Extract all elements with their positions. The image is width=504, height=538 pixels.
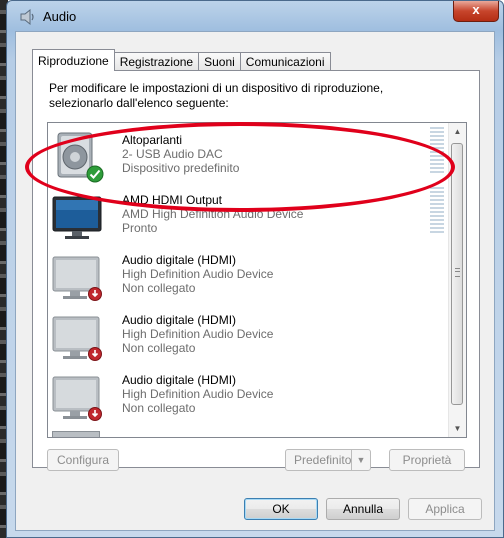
device-driver: 2- USB Audio DAC [122,147,223,161]
device-item[interactable]: AMD HDMI Output AMD High Definition Audi… [48,185,450,245]
device-item[interactable]: Audio digitale (HDMI) High Definition Au… [48,365,450,425]
device-item[interactable]: Altoparlanti 2- USB Audio DAC Dispositiv… [48,125,450,185]
instructions-text: Per modificare le impostazioni di un dis… [49,81,384,110]
tab-strip: Riproduzione Registrazione Suoni Comunic… [32,49,331,71]
device-status: Dispositivo predefinito [122,161,240,175]
dialog-client: Riproduzione Registrazione Suoni Comunic… [15,31,495,531]
scroll-up-icon[interactable]: ▲ [449,123,466,140]
monitor-icon [52,196,102,239]
audio-dialog: Audio x Riproduzione Registrazione Suoni… [6,0,504,538]
default-check-icon [86,165,104,183]
set-default-button[interactable]: Predefinito ▼ [285,449,371,471]
device-driver: High Definition Audio Device [122,327,274,341]
level-meter [430,187,444,233]
device-name: Audio digitale (HDMI) [122,373,237,387]
device-text: Audio digitale (HDMI) High Definition Au… [122,313,273,355]
unplugged-icon [88,347,102,361]
device-text: AMD HDMI Output AMD High Definition Audi… [122,193,303,235]
grip-icon [455,268,460,277]
device-text: Audio digitale (HDMI) High Definition Au… [122,373,273,415]
next-device-partial [52,431,100,437]
close-icon: x [472,2,480,17]
device-list[interactable]: Altoparlanti 2- USB Audio DAC Dispositiv… [47,122,467,438]
device-driver: High Definition Audio Device [122,267,274,281]
vertical-scrollbar[interactable]: ▲ ▼ [448,123,466,437]
device-text: Audio digitale (HDMI) High Definition Au… [122,253,273,295]
chevron-down-icon[interactable]: ▼ [351,450,370,470]
configure-button[interactable]: Configura [47,449,119,471]
device-item[interactable]: Audio digitale (HDMI) High Definition Au… [48,245,450,305]
device-driver: AMD High Definition Audio Device [122,207,304,221]
level-meter [430,127,444,173]
device-text: Altoparlanti 2- USB Audio DAC Dispositiv… [122,133,239,175]
window-title: Audio [43,9,77,24]
tab-communications[interactable]: Comunicazioni [239,52,331,71]
cancel-button[interactable]: Annulla [326,498,400,520]
device-status: Non collegato [122,401,196,415]
scroll-down-icon[interactable]: ▼ [449,420,466,437]
set-default-label: Predefinito [294,453,352,467]
device-name: AMD HDMI Output [122,193,223,207]
playback-panel: Per modificare le impostazioni di un dis… [32,70,480,471]
apply-button[interactable]: Applica [408,498,482,520]
speaker-icon [20,9,34,25]
tab-recording[interactable]: Registrazione [113,52,200,71]
unplugged-icon [88,287,102,301]
device-status: Pronto [122,221,158,235]
device-name: Audio digitale (HDMI) [122,253,237,267]
close-button[interactable]: x [453,1,499,22]
device-driver: High Definition Audio Device [122,387,274,401]
device-status: Non collegato [122,341,196,355]
properties-button[interactable]: Proprietà [389,449,465,471]
tab-sounds[interactable]: Suoni [198,52,241,71]
tab-playback[interactable]: Riproduzione [32,49,115,71]
device-name: Audio digitale (HDMI) [122,313,237,327]
device-status: Non collegato [122,281,196,295]
title-bar[interactable]: Audio x [7,1,503,31]
scroll-thumb[interactable] [451,143,463,405]
device-name: Altoparlanti [122,133,183,147]
unplugged-icon [88,407,102,421]
device-item[interactable]: Audio digitale (HDMI) High Definition Au… [48,305,450,365]
ok-button[interactable]: OK [244,498,318,520]
